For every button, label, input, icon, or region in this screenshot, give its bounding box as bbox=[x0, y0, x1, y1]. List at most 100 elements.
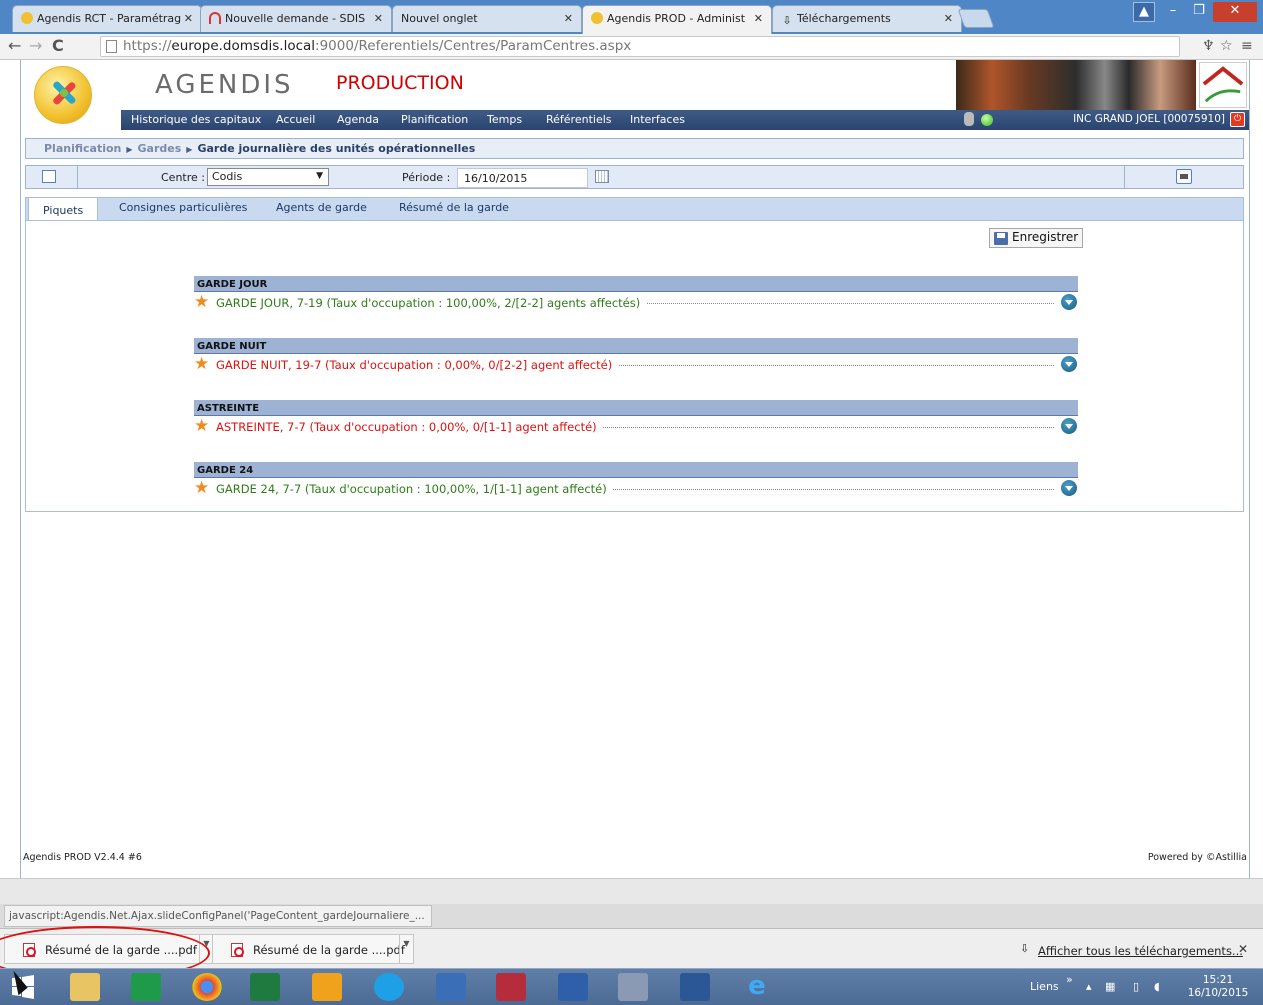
expand-chevron-icon[interactable] bbox=[1061, 356, 1077, 372]
internet-explorer-icon[interactable]: e bbox=[742, 973, 772, 1001]
centre-label: Centre : bbox=[161, 171, 205, 184]
remote-desktop-icon[interactable] bbox=[436, 973, 466, 1001]
save-button[interactable]: Enregistrer bbox=[989, 228, 1084, 248]
calendar-icon[interactable] bbox=[595, 170, 609, 183]
taskbar-clock[interactable]: 15:21 16/10/2015 bbox=[1185, 974, 1251, 1000]
tab-agents-de-garde[interactable]: Agents de garde bbox=[276, 201, 367, 214]
browser-tab-agendis-rct[interactable]: Agendis RCT - Paramétrag ✕ bbox=[12, 5, 202, 32]
user-profile-icon[interactable]: ▲ bbox=[1133, 2, 1155, 22]
menu-historique-capitaux[interactable]: Historique des capitaux bbox=[131, 113, 261, 126]
chevron-down-icon[interactable]: ▼ bbox=[199, 935, 213, 963]
expand-chevron-icon[interactable] bbox=[1061, 480, 1077, 496]
battery-icon[interactable]: ▯ bbox=[1133, 980, 1139, 993]
sdis-logo bbox=[1199, 62, 1247, 108]
menu-planification[interactable]: Planification bbox=[401, 113, 468, 126]
star-icon: ★ bbox=[194, 292, 210, 312]
breadcrumb-gardes[interactable]: Gardes bbox=[138, 142, 182, 155]
url-host: europe.domsdis.local bbox=[171, 38, 316, 54]
logout-icon[interactable]: ⏻ bbox=[1230, 112, 1245, 127]
chrome-icon[interactable] bbox=[192, 973, 222, 1001]
shift-summary[interactable]: GARDE JOUR, 7-19 (Taux d'occupation : 10… bbox=[216, 296, 647, 310]
shift-header: GARDE 24 bbox=[194, 462, 1078, 478]
shift-garde-jour: GARDE JOUR ★ GARDE JOUR, 7-19 (Taux d'oc… bbox=[194, 276, 1078, 314]
maximize-icon[interactable]: ❐ bbox=[1187, 2, 1211, 22]
open-popup-button[interactable] bbox=[26, 166, 78, 188]
close-icon[interactable]: ✕ bbox=[944, 12, 953, 25]
browser-toolbar: ← → C https://europe.domsdis.local:9000/… bbox=[0, 34, 1263, 60]
menu-accueil[interactable]: Accueil bbox=[276, 113, 315, 126]
show-all-downloads-link[interactable]: Afficher tous les téléchargements... bbox=[1038, 944, 1243, 958]
bookmark-star-icon[interactable]: ☆ bbox=[1220, 38, 1233, 54]
breadcrumb-current: Garde journalière des unités opérationne… bbox=[197, 142, 476, 155]
access-icon[interactable] bbox=[496, 973, 526, 1001]
chevron-down-icon[interactable]: ▼ bbox=[399, 935, 413, 963]
chevron-double-right-icon[interactable]: » bbox=[1066, 973, 1073, 986]
menu-temps[interactable]: Temps bbox=[487, 113, 522, 126]
current-user[interactable]: INC GRAND JOEL [00075910] bbox=[1073, 113, 1225, 125]
shift-summary[interactable]: GARDE NUIT, 19-7 (Taux d'occupation : 0,… bbox=[216, 358, 619, 372]
shift-row[interactable]: ★ GARDE 24, 7-7 (Taux d'occupation : 100… bbox=[194, 478, 1078, 500]
chevron-up-icon[interactable]: ▴ bbox=[1086, 980, 1092, 993]
download-item[interactable]: Résumé de la garde ....pdf ▼ bbox=[4, 934, 214, 964]
tab-consignes-particulieres[interactable]: Consignes particulières bbox=[119, 201, 247, 214]
reload-icon[interactable]: C bbox=[52, 37, 64, 55]
expand-chevron-icon[interactable] bbox=[1061, 294, 1077, 310]
outlook-icon[interactable] bbox=[312, 973, 342, 1001]
minimize-icon[interactable]: – bbox=[1161, 2, 1185, 22]
browser-tab-agendis-prod[interactable]: Agendis PROD - Administ ✕ bbox=[582, 5, 772, 34]
menu-referentiels[interactable]: Référentiels bbox=[546, 113, 612, 126]
download-item[interactable]: Résumé de la garde ....pdf ▼ bbox=[212, 934, 414, 964]
close-window-icon[interactable]: ✕ bbox=[1213, 2, 1257, 22]
extension-icon[interactable]: ♆ bbox=[1202, 38, 1215, 54]
snipping-tool-icon[interactable] bbox=[618, 973, 648, 1001]
close-icon[interactable]: ✕ bbox=[374, 12, 383, 25]
filter-bar: Centre : Codis ▼ Période : 16/10/2015 bbox=[25, 165, 1244, 189]
download-arrow-icon: ⇩ bbox=[1020, 942, 1030, 955]
shift-summary[interactable]: ASTREINTE, 7-7 (Taux d'occupation : 0,00… bbox=[216, 420, 603, 434]
breadcrumb-planification[interactable]: Planification bbox=[44, 142, 121, 155]
main-menubar: Historique des capitaux Accueil Agenda P… bbox=[121, 110, 1249, 130]
shift-row[interactable]: ★ ASTREINTE, 7-7 (Taux d'occupation : 0,… bbox=[194, 416, 1078, 438]
windows-taskbar: e Liens » ▴ ▦ ▯ ◖ 15:21 16/10/2015 bbox=[0, 968, 1263, 1005]
browser-tab-telechargements[interactable]: ⇩ Téléchargements ✕ bbox=[772, 5, 962, 32]
skype-icon[interactable] bbox=[374, 973, 404, 1001]
new-tab-button[interactable] bbox=[957, 9, 995, 28]
close-icon[interactable]: ✕ bbox=[184, 12, 193, 25]
address-bar[interactable]: https://europe.domsdis.local:9000/Refere… bbox=[100, 36, 1180, 57]
agendis-favicon-icon bbox=[591, 12, 603, 24]
browser-tab-title: Nouvelle demande - SDIS bbox=[225, 12, 366, 25]
volume-icon[interactable]: ◖ bbox=[1154, 980, 1160, 993]
url-prefix: https:// bbox=[123, 38, 172, 54]
agendis-logo[interactable] bbox=[34, 66, 92, 124]
back-arrow-icon[interactable]: ← bbox=[8, 37, 21, 55]
menu-agenda[interactable]: Agenda bbox=[337, 113, 379, 126]
word-icon[interactable] bbox=[680, 973, 710, 1001]
tab-resume-de-la-garde[interactable]: Résumé de la garde bbox=[399, 201, 509, 214]
menu-icon[interactable]: ≡ bbox=[1241, 38, 1253, 54]
close-icon[interactable]: ✕ bbox=[1238, 942, 1248, 956]
close-icon[interactable]: ✕ bbox=[754, 12, 763, 25]
visio-icon[interactable] bbox=[558, 973, 588, 1001]
print-icon[interactable] bbox=[1176, 169, 1192, 184]
network-icon[interactable]: ▦ bbox=[1105, 980, 1115, 993]
excel-icon[interactable] bbox=[250, 973, 280, 1001]
shift-summary[interactable]: GARDE 24, 7-7 (Taux d'occupation : 100,0… bbox=[216, 482, 613, 496]
periode-date-input[interactable]: 16/10/2015 bbox=[457, 168, 588, 188]
file-explorer-icon[interactable] bbox=[70, 973, 100, 1001]
save-button-label: Enregistrer bbox=[1012, 230, 1079, 244]
store-icon[interactable] bbox=[131, 973, 161, 1001]
clock-time: 15:21 bbox=[1202, 974, 1234, 986]
forward-arrow-icon[interactable]: → bbox=[29, 37, 42, 55]
download-shelf: Résumé de la garde ....pdf ▼ Résumé de l… bbox=[0, 928, 1263, 968]
tab-piquets[interactable]: Piquets bbox=[28, 197, 99, 222]
browser-tab-nouvel-onglet[interactable]: Nouvel onglet ✕ bbox=[392, 5, 582, 32]
shift-row[interactable]: ★ GARDE JOUR, 7-19 (Taux d'occupation : … bbox=[194, 292, 1078, 314]
close-icon[interactable]: ✕ bbox=[564, 12, 573, 25]
browser-tab-nouvelle-demande[interactable]: Nouvelle demande - SDIS ✕ bbox=[200, 5, 392, 32]
links-toolbar-label[interactable]: Liens bbox=[1030, 980, 1059, 993]
centre-select[interactable]: Codis ▼ bbox=[207, 168, 329, 186]
expand-chevron-icon[interactable] bbox=[1061, 418, 1077, 434]
shift-row[interactable]: ★ GARDE NUIT, 19-7 (Taux d'occupation : … bbox=[194, 354, 1078, 376]
menu-interfaces[interactable]: Interfaces bbox=[630, 113, 685, 126]
pdf-file-icon bbox=[231, 943, 244, 957]
